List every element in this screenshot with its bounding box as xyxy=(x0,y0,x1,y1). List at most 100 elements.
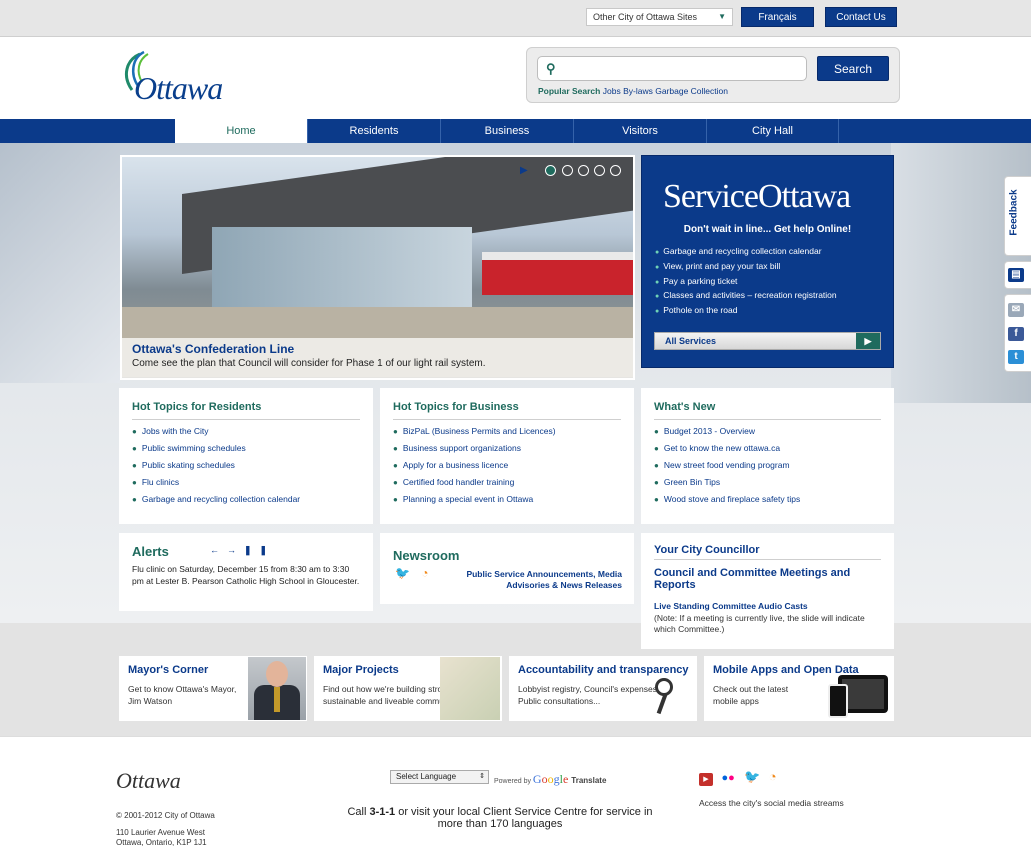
list-item-label: Jobs with the City xyxy=(141,426,209,436)
slider-dot-1[interactable] xyxy=(545,165,556,176)
hot-topics-business: Hot Topics for Business ● BizPaL (Busines… xyxy=(380,388,634,524)
list-item[interactable]: ● Jobs with the City xyxy=(132,423,300,440)
nav-home[interactable]: Home xyxy=(175,119,308,143)
tablet-screen xyxy=(842,679,884,709)
promo-text: Check out the latest mobile apps xyxy=(713,684,789,706)
list-item[interactable]: ● New street food vending program xyxy=(654,457,800,474)
footer-logo[interactable]: Ottawa xyxy=(116,768,181,794)
call-suffix: or visit your local Client Service Centr… xyxy=(395,806,653,830)
promo-title: Major Projects xyxy=(323,664,399,676)
list-item[interactable]: ● Classes and activities – recreation reg… xyxy=(655,289,837,304)
list-item[interactable]: ● Apply for a business licence xyxy=(393,457,556,474)
list-item-label: Budget 2013 - Overview xyxy=(663,426,756,436)
search-input[interactable] xyxy=(537,56,807,81)
nav-city-hall[interactable]: City Hall xyxy=(707,119,839,143)
slider-dot-3[interactable] xyxy=(578,165,589,176)
list-item[interactable]: ● Garbage and recycling collection calend… xyxy=(132,491,300,508)
footer-address: 110 Laurier Avenue West Ottawa, Ontario,… xyxy=(116,828,207,848)
hot-business-list: ● BizPaL (Business Permits and Licences) … xyxy=(393,423,556,508)
list-item[interactable]: ● Get to know the new ottawa.ca xyxy=(654,440,800,457)
twitter-icon[interactable]: 🐦 xyxy=(395,566,410,580)
list-item[interactable]: ● Garbage and recycling collection calend… xyxy=(655,245,837,260)
slider-dot-4[interactable] xyxy=(594,165,605,176)
list-item[interactable]: ● Certified food handler training xyxy=(393,474,556,491)
audio-casts-link[interactable]: Live Standing Committee Audio Casts xyxy=(654,601,808,611)
list-item-label: Get to know the new ottawa.ca xyxy=(663,443,781,453)
list-item-label: Flu clinics xyxy=(141,477,180,487)
nav-visitors[interactable]: Visitors xyxy=(574,119,707,143)
bullet-icon: ● xyxy=(132,444,137,453)
nav-business[interactable]: Business xyxy=(441,119,574,143)
nav-residents[interactable]: Residents xyxy=(308,119,441,143)
arrow-right-icon[interactable]: → xyxy=(227,545,244,555)
service-ottawa-logo[interactable]: ServiceOttawa xyxy=(663,178,851,216)
list-item[interactable]: ● Public skating schedules xyxy=(132,457,300,474)
whats-new: What's New ● Budget 2013 - Overview ● Get … xyxy=(641,388,894,524)
flickr-icon[interactable]: ●● xyxy=(722,772,736,785)
list-item[interactable]: ● Green Bin Tips xyxy=(654,474,800,491)
councillor-title[interactable]: Your City Councillor xyxy=(654,544,760,556)
search-button[interactable]: Search xyxy=(817,56,889,81)
ottawa-logo-text[interactable]: Ottawa xyxy=(134,70,223,107)
list-item-label: Classes and activities – recreation regi… xyxy=(663,290,837,301)
slider-play-icon[interactable]: ▶ xyxy=(520,165,528,176)
print-icon[interactable]: ▤ xyxy=(1008,268,1024,282)
promo-title: Mayor's Corner xyxy=(128,664,209,676)
translate-label[interactable]: Translate xyxy=(571,776,606,785)
facebook-icon[interactable]: f xyxy=(1008,327,1024,341)
council-meetings-link[interactable]: Council and Committee Meetings and Repor… xyxy=(654,567,874,591)
list-item[interactable]: ● Wood stove and fireplace safety tips xyxy=(654,491,800,508)
divider xyxy=(654,419,881,420)
list-item[interactable]: ● Flu clinics xyxy=(132,474,300,491)
audio-casts-note: (Note: If a meeting is currently live, t… xyxy=(654,613,865,634)
list-item[interactable]: ● Business support organizations xyxy=(393,440,556,457)
list-item[interactable]: ● BizPaL (Business Permits and Licences) xyxy=(393,423,556,440)
other-sites-select[interactable]: Other City of Ottawa Sites ▼ xyxy=(586,8,733,26)
twitter-icon[interactable]: t xyxy=(1008,350,1024,364)
list-item[interactable]: ● Pay a parking ticket xyxy=(655,275,837,290)
all-services-button[interactable]: All Services ▶ xyxy=(654,332,881,350)
all-services-label: All Services xyxy=(665,336,717,346)
email-icon[interactable]: ✉ xyxy=(1008,303,1024,317)
major-projects-image xyxy=(440,657,500,720)
bullet-icon: ● xyxy=(393,461,398,470)
list-item-label: Green Bin Tips xyxy=(663,477,721,487)
list-item[interactable]: ● Planning a special event in Ottawa xyxy=(393,491,556,508)
rss-icon[interactable]: ◔ xyxy=(769,769,777,784)
list-item[interactable]: ● View, print and pay your tax bill xyxy=(655,260,837,275)
youtube-icon[interactable]: ▶ xyxy=(699,773,713,786)
list-item-label: Apply for a business licence xyxy=(402,460,509,470)
light-rail-train xyxy=(482,252,633,295)
arrow-right-icon: ▶ xyxy=(856,333,880,349)
list-item[interactable]: ● Pothole on the road xyxy=(655,304,837,319)
arrow-left-icon[interactable]: ← xyxy=(210,545,227,555)
contact-us-button[interactable]: Contact Us xyxy=(825,7,897,27)
language-select[interactable]: Select Language ⇕ xyxy=(390,770,489,784)
bullet-icon: ● xyxy=(654,427,659,436)
popular-link-jobs[interactable]: Jobs xyxy=(603,86,621,96)
bullet-icon: ● xyxy=(654,478,659,487)
newsroom-title[interactable]: Newsroom xyxy=(393,548,459,563)
feedback-tab[interactable]: Feedback xyxy=(1004,176,1031,256)
twitter-icon[interactable]: 🐦 xyxy=(744,769,760,785)
slider-dot-5[interactable] xyxy=(610,165,621,176)
francais-button[interactable]: Français xyxy=(741,7,814,27)
popular-link-garbage[interactable]: Garbage Collection xyxy=(655,86,728,96)
mayor-photo xyxy=(248,657,306,720)
phone-icon xyxy=(828,684,848,718)
pause-icon[interactable]: ❚❚ xyxy=(244,545,275,555)
slider-title[interactable]: Ottawa's Confederation Line xyxy=(132,342,294,356)
google-logo[interactable]: Google xyxy=(533,772,571,786)
chevron-updown-icon: ⇕ xyxy=(479,773,485,780)
popular-link-bylaws[interactable]: By-laws xyxy=(623,86,653,96)
newsroom-link[interactable]: Public Service Announcements, Media Advi… xyxy=(452,569,622,591)
call-number: 3-1-1 xyxy=(369,806,396,818)
footer-social-text: Access the city's social media streams xyxy=(699,798,844,808)
bullet-icon: ● xyxy=(655,278,660,286)
rss-icon[interactable]: ◔ xyxy=(421,566,428,580)
list-item[interactable]: ● Budget 2013 - Overview xyxy=(654,423,800,440)
slider-dot-2[interactable] xyxy=(562,165,573,176)
station-glass xyxy=(212,227,472,307)
list-item[interactable]: ● Public swimming schedules xyxy=(132,440,300,457)
list-item-label: Planning a special event in Ottawa xyxy=(402,494,534,504)
